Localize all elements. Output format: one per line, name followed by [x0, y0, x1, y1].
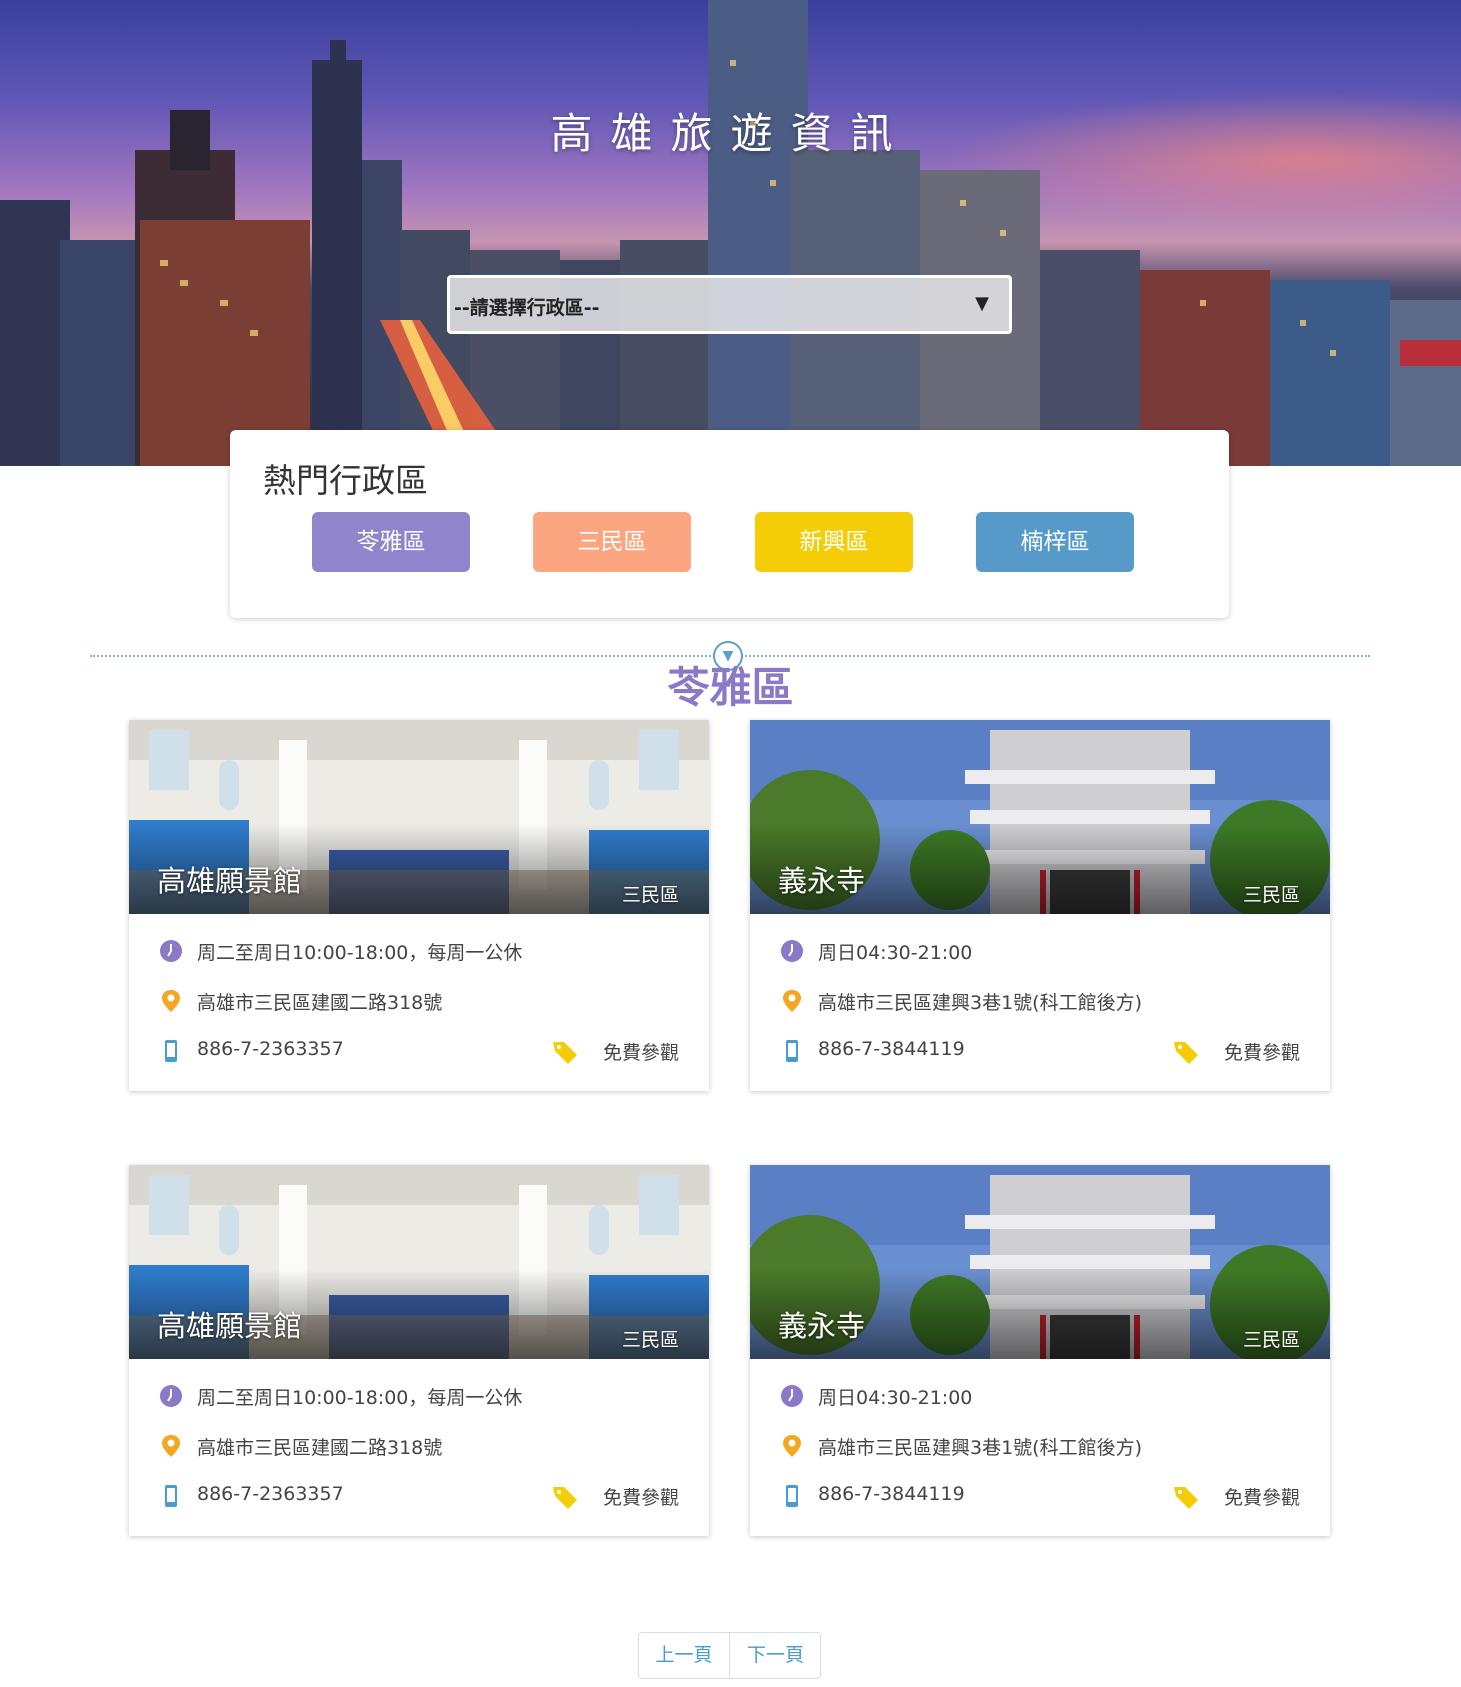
section-title: 苓雅區	[667, 663, 794, 712]
hot-districts-title: 熱門行政區	[263, 461, 428, 500]
district-button-nanzi[interactable]: 楠梓區	[976, 512, 1134, 572]
spot-address: 高雄市三民區建國二路318號	[197, 992, 443, 1014]
spot-ticket-label: 免費參觀	[1223, 1042, 1300, 1064]
district-select-value: --請選擇行政區--	[454, 297, 600, 319]
next-page-button[interactable]: 下一頁	[730, 1633, 821, 1678]
map-pin-icon	[783, 990, 801, 1012]
phone-icon	[165, 1485, 177, 1507]
district-button-lingya[interactable]: 苓雅區	[312, 512, 470, 572]
spot-card[interactable]: 高雄願景館 三民區 周二至周日10:00-18:00，每周一公休 高雄市三民區建…	[129, 720, 709, 1091]
spot-address-row: 高雄市三民區建國二路318號	[159, 1431, 679, 1461]
spot-photo: 義永寺 三民區	[750, 1165, 1330, 1359]
hot-districts-card: 熱門行政區 苓雅區 三民區 新興區 楠梓區	[230, 430, 1229, 618]
spot-address: 高雄市三民區建國二路318號	[197, 1437, 443, 1459]
map-pin-icon	[162, 990, 180, 1012]
spot-address-row: 高雄市三民區建興3巷1號(科工館後方)	[780, 1431, 1300, 1461]
page-title: 高雄旅遊資訊	[550, 109, 911, 158]
tag-icon	[553, 1487, 577, 1509]
spot-phone: 886-7-2363357	[197, 1038, 344, 1060]
spot-hours: 周日04:30-21:00	[818, 942, 973, 964]
spot-ticket-label: 免費參觀	[602, 1487, 679, 1509]
spot-ticket-label: 免費參觀	[602, 1042, 679, 1064]
district-button-xinxing[interactable]: 新興區	[755, 512, 913, 572]
spot-district: 三民區	[1242, 1329, 1300, 1351]
map-pin-icon	[162, 1435, 180, 1457]
spot-address-row: 高雄市三民區建國二路318號	[159, 986, 679, 1016]
spot-photo: 高雄願景館 三民區	[129, 720, 709, 914]
spot-card[interactable]: 義永寺 三民區 周日04:30-21:00 高雄市三民區建興3巷1號(科工館後方…	[750, 720, 1330, 1091]
district-select[interactable]: --請選擇行政區-- ▼	[447, 275, 1012, 334]
spot-hours: 周二至周日10:00-18:00，每周一公休	[197, 942, 523, 964]
clock-icon	[160, 940, 182, 962]
spot-contact-row: 886-7-3844119 免費參觀	[780, 1481, 1300, 1511]
dropdown-arrow-icon: ▼	[975, 293, 989, 314]
district-button-sanmin[interactable]: 三民區	[533, 512, 691, 572]
spot-hours-row: 周日04:30-21:00	[780, 936, 1300, 966]
spot-name: 高雄願景館	[157, 1309, 303, 1343]
clock-icon	[160, 1385, 182, 1407]
phone-icon	[786, 1485, 798, 1507]
spot-phone: 886-7-3844119	[818, 1483, 965, 1505]
spot-address-row: 高雄市三民區建興3巷1號(科工館後方)	[780, 986, 1300, 1016]
spot-hours-row: 周日04:30-21:00	[780, 1381, 1300, 1411]
spot-phone: 886-7-2363357	[197, 1483, 344, 1505]
pagination: 上一頁 下一頁	[638, 1632, 821, 1679]
tag-icon	[553, 1042, 577, 1064]
spot-hours: 周日04:30-21:00	[818, 1387, 973, 1409]
spot-card[interactable]: 高雄願景館 三民區 周二至周日10:00-18:00，每周一公休 高雄市三民區建…	[129, 1165, 709, 1536]
spot-contact-row: 886-7-3844119 免費參觀	[780, 1036, 1300, 1066]
spot-ticket-label: 免費參觀	[1223, 1487, 1300, 1509]
hero-banner: 高雄旅遊資訊 --請選擇行政區-- ▼	[0, 0, 1461, 466]
spot-name: 義永寺	[778, 1309, 866, 1343]
spot-hours-row: 周二至周日10:00-18:00，每周一公休	[159, 936, 679, 966]
spot-district: 三民區	[621, 884, 679, 906]
spot-district: 三民區	[1242, 884, 1300, 906]
spot-photo: 高雄願景館 三民區	[129, 1165, 709, 1359]
phone-icon	[786, 1040, 798, 1062]
map-pin-icon	[783, 1435, 801, 1457]
spot-card[interactable]: 義永寺 三民區 周日04:30-21:00 高雄市三民區建興3巷1號(科工館後方…	[750, 1165, 1330, 1536]
spot-contact-row: 886-7-2363357 免費參觀	[159, 1481, 679, 1511]
spot-district: 三民區	[621, 1329, 679, 1351]
spot-name: 高雄願景館	[157, 864, 303, 898]
spot-photo: 義永寺 三民區	[750, 720, 1330, 914]
prev-page-button[interactable]: 上一頁	[639, 1633, 730, 1678]
spot-phone: 886-7-3844119	[818, 1038, 965, 1060]
spot-address: 高雄市三民區建興3巷1號(科工館後方)	[818, 992, 1143, 1014]
city-skyline-image	[0, 0, 1461, 466]
spot-contact-row: 886-7-2363357 免費參觀	[159, 1036, 679, 1066]
spot-address: 高雄市三民區建興3巷1號(科工館後方)	[818, 1437, 1143, 1459]
spot-name: 義永寺	[778, 864, 866, 898]
tag-icon	[1174, 1487, 1198, 1509]
spot-hours: 周二至周日10:00-18:00，每周一公休	[197, 1387, 523, 1409]
spot-hours-row: 周二至周日10:00-18:00，每周一公休	[159, 1381, 679, 1411]
clock-icon	[781, 940, 803, 962]
phone-icon	[165, 1040, 177, 1062]
tag-icon	[1174, 1042, 1198, 1064]
clock-icon	[781, 1385, 803, 1407]
